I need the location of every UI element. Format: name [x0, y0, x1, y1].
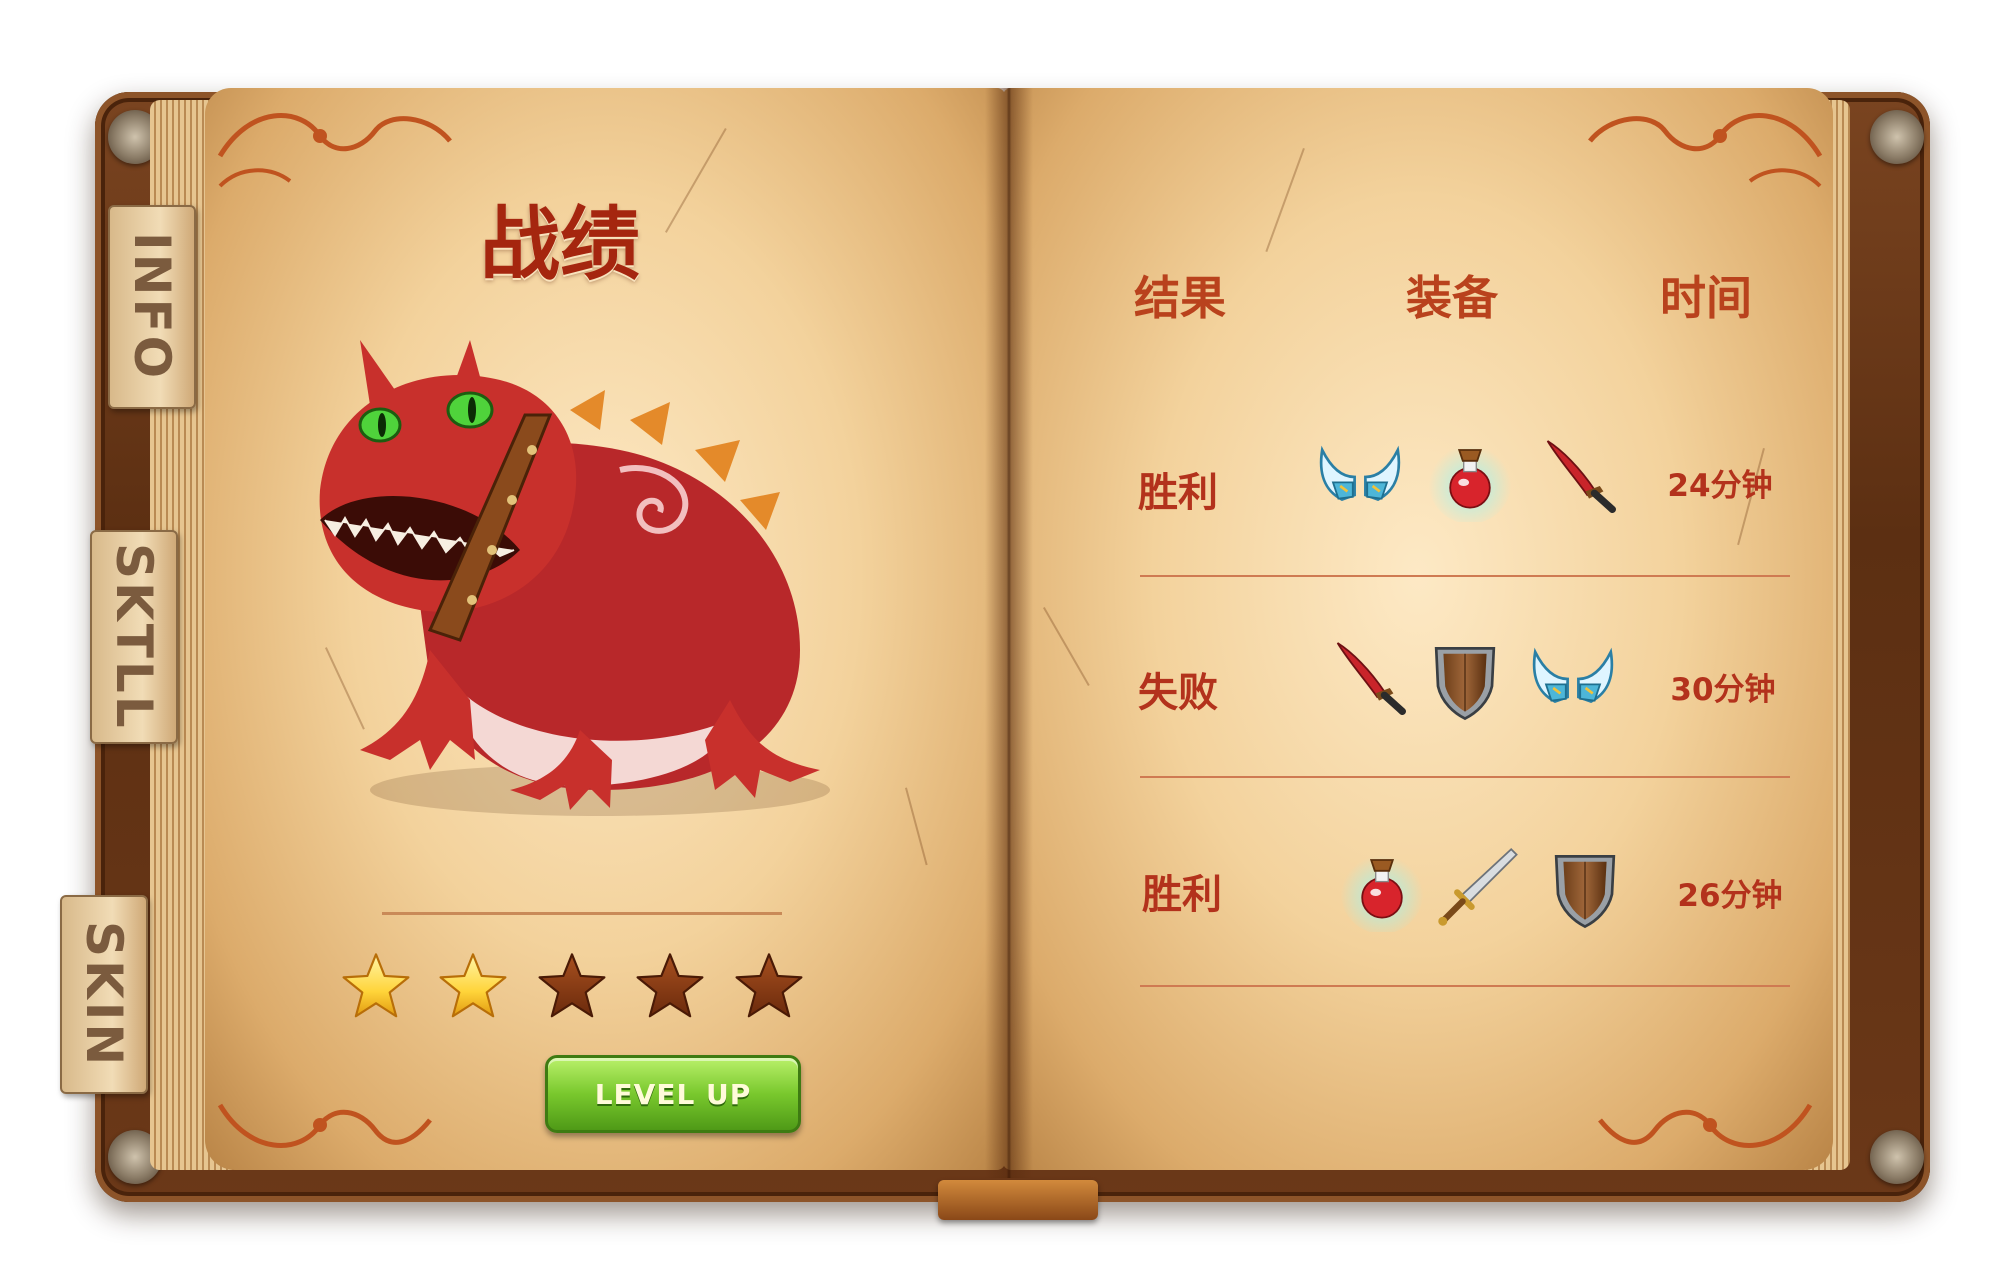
row-result: 胜利 — [1138, 470, 1218, 516]
red-potion-icon[interactable] — [1425, 432, 1515, 522]
rating-divider — [382, 912, 782, 915]
row-divider — [1140, 985, 1790, 987]
star-empty-icon — [733, 950, 805, 1022]
wooden-shield-icon[interactable] — [1420, 634, 1510, 724]
tab-skin[interactable]: SKIN — [60, 895, 148, 1094]
star-filled-icon — [437, 950, 509, 1022]
header-time: 时间 — [1660, 271, 1752, 325]
filigree-ornament-bottom-left — [217, 1103, 432, 1148]
horned-helmet-icon[interactable] — [1528, 634, 1618, 724]
corner-ornament-top-right — [1870, 110, 1924, 164]
row-result: 胜利 — [1142, 872, 1222, 918]
book-clasp — [938, 1180, 1098, 1220]
steel-sword-icon[interactable] — [1432, 842, 1522, 932]
tab-info[interactable]: INFO — [108, 205, 196, 409]
horned-helmet-icon[interactable] — [1315, 432, 1405, 522]
star-empty-icon — [536, 950, 608, 1022]
level-up-button[interactable]: LEVEL UP — [545, 1055, 801, 1133]
tab-info-label: INFO — [123, 232, 181, 382]
header-equipment: 装备 — [1406, 271, 1498, 325]
corner-ornament-bottom-right — [1870, 1130, 1924, 1184]
header-result: 结果 — [1134, 271, 1226, 325]
tab-skill-label: SKTLL — [105, 543, 163, 731]
tab-skin-label: SKIN — [75, 920, 133, 1069]
star-filled-icon — [340, 950, 412, 1022]
row-divider — [1140, 776, 1790, 778]
level-up-label: LEVEL UP — [594, 1077, 752, 1111]
row-time: 24分钟 — [1667, 468, 1773, 504]
red-scimitar-icon[interactable] — [1325, 634, 1415, 724]
tab-skill[interactable]: SKTLL — [90, 530, 178, 744]
row-time: 30分钟 — [1670, 672, 1776, 708]
wooden-shield-icon[interactable] — [1540, 842, 1630, 932]
red-potion-icon[interactable] — [1337, 842, 1427, 932]
book-spine — [985, 88, 1033, 1178]
row-result: 失败 — [1138, 670, 1218, 716]
red-toad-monster-illustration — [319, 340, 830, 816]
filigree-ornament-top-right — [1588, 113, 1823, 188]
row-divider — [1140, 575, 1790, 577]
page-title: 战绩 — [480, 198, 640, 291]
row-time: 26分钟 — [1677, 878, 1783, 914]
right-page — [1003, 88, 1833, 1170]
filigree-ornament-top-left — [217, 113, 452, 188]
red-scimitar-icon[interactable] — [1535, 432, 1625, 522]
filigree-ornament-bottom-right — [1598, 1103, 1813, 1148]
star-empty-icon — [634, 950, 706, 1022]
